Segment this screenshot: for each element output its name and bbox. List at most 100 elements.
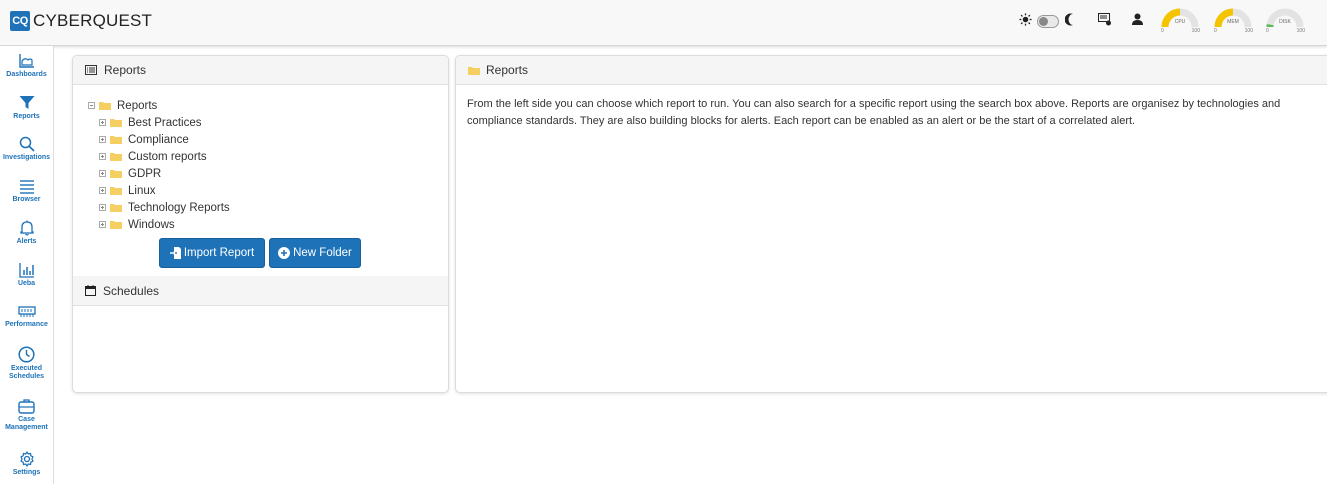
reports-tree: Reports Best Practices Compliance Custom… [88,97,230,233]
user-icon[interactable] [1132,13,1143,31]
brand-logo[interactable]: CQ CYBERQUEST [10,11,152,31]
folder-icon [110,221,122,229]
lines-icon [19,180,34,194]
tree-node-label: Linux [128,184,156,197]
sidebar-label-management: Management [5,424,48,431]
new-folder-label: New Folder [293,247,352,259]
folder-icon [110,153,122,161]
sidebar-label-settings: Settings [12,469,41,476]
top-bar: CQ CYBERQUEST CPU 0 100 MEM 0 100 DISK 0… [0,0,1327,46]
mem-gauge: MEM 0 100 [1213,8,1253,36]
logo-badge: CQ [10,11,30,31]
sidebar-label-schedules: Schedules [8,373,44,380]
tree-node-gdpr[interactable]: GDPR [88,165,230,182]
briefcase-icon [18,399,35,414]
tree-node-label: GDPR [128,167,162,180]
expand-icon[interactable] [99,187,106,194]
clock-icon [18,346,35,363]
chart-area-icon [18,54,34,68]
report-detail-panel: Reports From the left side you can choos… [455,55,1327,393]
sidebar-item-dashboards[interactable]: Dashboards [0,53,53,79]
tree-node-custom-reports[interactable]: Custom reports [88,148,230,165]
mem-gauge-max: 100 [1244,28,1253,34]
sidebar-label-dashboards: Dashboards [6,71,47,78]
folder-icon [110,119,122,127]
tree-node-root[interactable]: Reports [88,97,230,114]
sidebar-label-case: Case [18,416,35,423]
sidebar: Dashboards Reports Investigations Browse… [0,46,54,484]
sun-icon[interactable] [1019,13,1032,31]
brand-name: CYBERQUEST [33,11,153,30]
tree-node-label: Compliance [128,133,189,146]
tree-node-label: Reports [117,99,158,112]
tree-node-best-practices[interactable]: Best Practices [88,114,230,131]
list-alt-icon [85,65,97,75]
sidebar-item-ueba[interactable]: Ueba [0,262,53,288]
sidebar-item-reports[interactable]: Reports [0,95,53,121]
collapse-icon[interactable] [88,102,95,109]
calendar-icon [85,285,96,296]
sidebar-item-investigations[interactable]: Investigations [0,136,53,162]
theme-toggle[interactable] [1037,15,1059,28]
disk-gauge-max: 100 [1296,28,1305,34]
mem-gauge-label: MEM [1227,19,1239,25]
tree-node-label: Best Practices [128,116,202,129]
folder-icon [99,102,111,110]
cpu-gauge-label: CPU [1174,19,1186,25]
disk-gauge: DISK 0 100 [1265,8,1305,36]
sidebar-item-browser[interactable]: Browser [0,178,53,204]
reports-panel-title: Reports [104,63,147,77]
sidebar-item-executed-schedules[interactable]: Executed Schedules [0,346,53,381]
expand-icon[interactable] [99,204,106,211]
plus-circle-icon [278,247,291,259]
search-icon [19,136,35,152]
folder-icon [110,204,122,212]
notifications-icon[interactable] [1098,13,1112,31]
detail-panel-header: Reports [456,56,1327,85]
bar-chart-icon [18,263,34,278]
expand-icon[interactable] [99,221,106,228]
folder-icon [110,170,122,178]
sidebar-label-performance: Performance [5,321,48,328]
toggle-knob [1039,17,1048,26]
sidebar-label-alerts: Alerts [16,238,37,245]
tree-node-compliance[interactable]: Compliance [88,131,230,148]
sidebar-item-performance[interactable]: Performance [0,305,53,329]
folder-icon [110,187,122,195]
schedules-title: Schedules [103,283,160,298]
memory-icon [17,306,36,317]
schedules-header: Schedules [73,276,448,306]
mem-gauge-min: 0 [1214,28,1217,34]
expand-icon[interactable] [99,136,106,143]
sidebar-label-executed: Executed [10,365,43,372]
sidebar-item-settings[interactable]: Settings [0,451,53,477]
new-folder-button[interactable]: New Folder [269,238,361,268]
file-import-icon [169,247,181,259]
tree-node-label: Windows [128,218,175,231]
filter-icon [19,96,34,109]
bell-icon [19,220,34,236]
disk-gauge-min: 0 [1266,28,1269,34]
sidebar-label-investigations: Investigations [2,154,51,161]
report-description: From the left side you can choose which … [467,98,1281,127]
reports-tree-panel: Reports Reports Best Practices Complianc… [72,55,449,393]
expand-icon[interactable] [99,153,106,160]
import-report-label: Import Report [183,247,255,259]
sidebar-label-browser: Browser [12,196,41,203]
gear-icon [19,451,34,467]
disk-gauge-label: DISK [1279,19,1291,25]
tree-node-label: Technology Reports [128,201,230,214]
tree-node-linux[interactable]: Linux [88,182,230,199]
cpu-gauge-min: 0 [1161,28,1164,34]
sidebar-item-alerts[interactable]: Alerts [0,220,53,246]
tree-node-technology-reports[interactable]: Technology Reports [88,199,230,216]
folder-icon [110,136,122,144]
tree-node-windows[interactable]: Windows [88,216,230,233]
reports-panel-header: Reports [73,56,448,85]
sidebar-item-case-management[interactable]: Case Management [0,398,53,432]
import-report-button[interactable]: Import Report [159,238,265,268]
cpu-gauge-max: 100 [1191,28,1200,34]
expand-icon[interactable] [99,170,106,177]
expand-icon[interactable] [99,119,106,126]
moon-icon[interactable] [1064,13,1075,31]
